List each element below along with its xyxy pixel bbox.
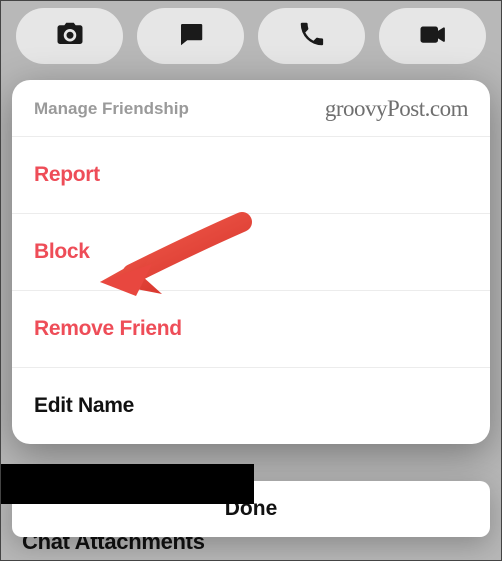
- block-option[interactable]: Block: [12, 213, 490, 290]
- remove-friend-option[interactable]: Remove Friend: [12, 290, 490, 367]
- video-call-button[interactable]: [379, 8, 486, 64]
- report-option[interactable]: Report: [12, 136, 490, 213]
- edit-name-option[interactable]: Edit Name: [12, 367, 490, 444]
- phone-icon: [297, 19, 327, 54]
- manage-friendship-sheet: Manage Friendship groovyPost.com Report …: [12, 80, 490, 444]
- chat-icon: [176, 19, 206, 54]
- camera-icon: [55, 19, 85, 54]
- chat-button[interactable]: [137, 8, 244, 64]
- video-icon: [418, 19, 448, 54]
- camera-button[interactable]: [16, 8, 123, 64]
- chat-action-toolbar: [0, 4, 502, 74]
- call-button[interactable]: [258, 8, 365, 64]
- watermark-text: groovyPost.com: [325, 96, 468, 122]
- sheet-title: Manage Friendship: [34, 99, 189, 119]
- redacted-area: [0, 464, 254, 504]
